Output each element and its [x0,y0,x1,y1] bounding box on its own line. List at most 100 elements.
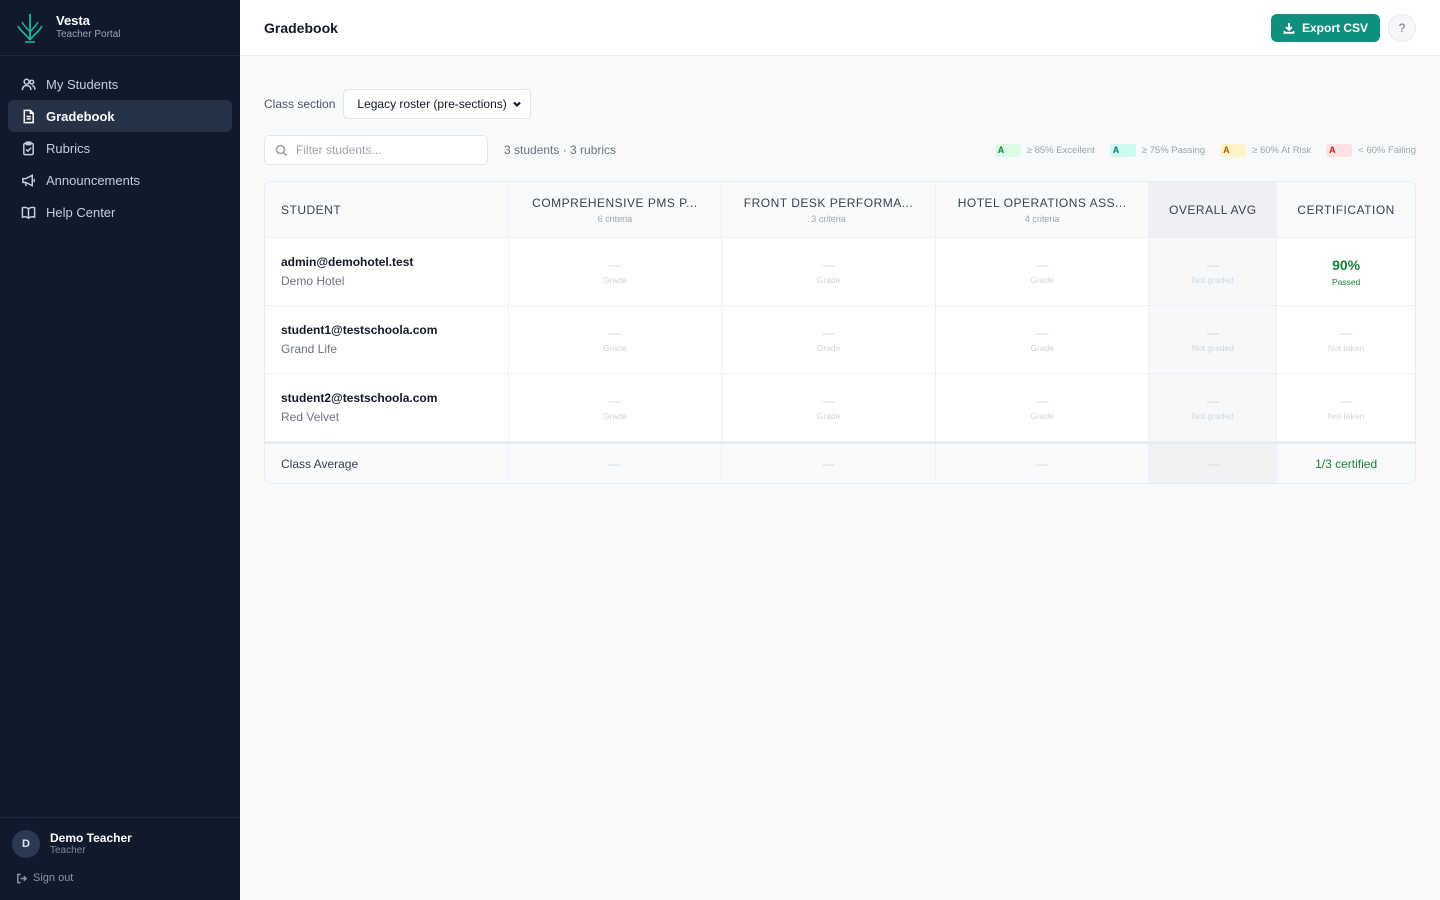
table-row: admin@demohotel.test Demo Hotel — Grade —… [265,238,1415,306]
legend-failing: A < 60% Failing [1326,143,1416,157]
legend-at-risk: A ≥ 60% At Risk [1220,143,1312,157]
vesta-logo-icon [17,13,43,43]
grade-cell[interactable]: — Grade [936,374,1150,441]
average-overall-cell: — [1149,444,1278,483]
grade-cell[interactable]: — Grade [509,374,723,441]
column-header-rubric[interactable]: FRONT DESK PERFORMA... 3 criteria [722,182,936,237]
sidebar-footer: D Demo Teacher Teacher Sign out [0,817,240,900]
sidebar-nav: My Students Gradebook Rubrics Announceme… [0,56,240,240]
grade-cell[interactable]: — Grade [722,306,936,373]
avatar: D [12,830,40,858]
sign-out-label: Sign out [33,872,74,884]
legend-chip-passing: A [1109,143,1136,157]
average-cell: — [722,444,936,483]
class-average-label: Class Average [281,456,359,471]
legend-label: ≥ 85% Excellent [1026,144,1095,156]
grade-cell[interactable]: — Grade [936,238,1150,305]
grade-legend: A ≥ 85% Excellent A ≥ 75% Passing A ≥ 60… [980,143,1416,157]
legend-chip-failing: A [1326,143,1353,157]
chevron-down-icon [513,101,522,108]
users-icon [20,76,36,92]
table-row: student1@testschoola.com Grand Life — Gra… [265,306,1415,374]
sidebar-item-my-students[interactable]: My Students [8,68,232,100]
grade-cell[interactable]: — Grade [509,238,723,305]
sidebar-item-label: Rubrics [46,140,91,156]
grade-cell[interactable]: — Grade [722,374,936,441]
export-csv-button[interactable]: Export CSV [1270,13,1380,42]
student-cell[interactable]: student2@testschoola.com Red Velvet [265,374,509,441]
page-title: Gradebook [264,19,338,36]
user-profile[interactable]: D Demo Teacher Teacher [12,830,228,858]
certification-cell: 90% Passed [1331,256,1361,287]
average-certification-cell: 1/3 certified [1277,444,1415,483]
overall-cell: — Not graded [1149,238,1278,305]
student-filter-input[interactable] [296,143,476,157]
sidebar-item-gradebook[interactable]: Gradebook [8,100,232,132]
legend-excellent: A ≥ 85% Excellent [994,143,1095,157]
student-email: student2@testschoola.com [281,391,438,405]
book-icon [20,204,36,220]
class-section-select[interactable]: Legacy roster (pre-sections) [343,89,532,119]
sidebar: Vesta Teacher Portal My Students Gradebo… [0,0,240,900]
user-role: Teacher [50,845,86,856]
student-email: student1@testschoola.com [281,323,438,337]
gradebook-table: Student COMPREHENSIVE PMS P... 6 criteri… [264,181,1416,484]
sidebar-item-rubrics[interactable]: Rubrics [8,132,232,164]
class-section-row: Class section Legacy roster (pre-section… [264,89,1416,119]
search-icon [275,144,288,156]
legend-label: ≥ 75% Passing [1141,144,1206,156]
brand-subtitle: Teacher Portal [56,29,121,40]
student-hotel: Demo Hotel [281,274,345,288]
class-section-value: Legacy roster (pre-sections) [357,97,507,111]
legend-label: < 60% Failing [1358,144,1416,156]
megaphone-icon [20,172,36,188]
legend-chip-at-risk: A [1220,143,1247,157]
export-csv-label: Export CSV [1301,20,1368,35]
sidebar-item-label: Help Center [46,204,116,220]
sidebar-item-label: My Students [46,76,119,92]
grade-cell[interactable]: — Grade [722,238,936,305]
legend-chip-excellent: A [994,143,1021,157]
sidebar-item-label: Announcements [46,172,140,188]
main-content: Class section Legacy roster (pre-section… [264,56,1416,484]
table-header: Student COMPREHENSIVE PMS P... 6 criteri… [265,182,1415,238]
class-average-row: Class Average — — — — 1/3 certified [265,442,1415,483]
sidebar-item-help-center[interactable]: Help Center [8,196,232,228]
column-header-rubric[interactable]: HOTEL OPERATIONS ASS... 4 criteria [935,182,1150,237]
brand[interactable]: Vesta Teacher Portal [0,0,240,56]
table-row: student2@testschoola.com Red Velvet — Gra… [265,374,1415,442]
student-cell[interactable]: student1@testschoola.com Grand Life [265,306,509,373]
sidebar-item-label: Gradebook [46,108,115,124]
certification-cell: — Not taken [1327,325,1365,353]
filter-row: 3 students · 3 rubrics A ≥ 85% Excellent… [264,135,1416,165]
user-name: Demo Teacher [50,831,132,845]
student-filter[interactable] [264,135,488,165]
average-cell: — [935,444,1150,483]
gradebook-icon [20,108,36,124]
average-cell: — [508,444,723,483]
class-section-label: Class section [264,97,336,111]
column-header-certification: Certification [1277,182,1415,237]
student-hotel: Red Velvet [281,410,340,424]
legend-label: ≥ 60% At Risk [1252,144,1312,156]
student-count: 3 students · 3 rubrics [504,143,617,157]
student-email: admin@demohotel.test [281,255,414,269]
top-bar: Gradebook Export CSV ? [240,0,1440,56]
legend-passing: A ≥ 75% Passing [1109,143,1206,157]
sidebar-item-announcements[interactable]: Announcements [8,164,232,196]
column-header-rubric[interactable]: COMPREHENSIVE PMS P... 6 criteria [508,182,723,237]
column-header-overall: Overall Avg [1149,182,1278,237]
brand-name: Vesta [56,13,90,28]
class-average-label-cell: Class Average [265,444,509,483]
student-cell[interactable]: admin@demohotel.test Demo Hotel [265,238,509,305]
sign-out-button[interactable]: Sign out [16,872,228,884]
overall-cell: — Not graded [1149,306,1278,373]
grade-cell[interactable]: — Grade [936,306,1150,373]
grade-cell[interactable]: — Grade [509,306,723,373]
help-button[interactable]: ? [1388,13,1416,42]
column-header-student[interactable]: Student [265,182,509,237]
sign-out-icon [17,873,27,883]
clipboard-icon [20,140,36,156]
overall-cell: — Not graded [1149,374,1278,441]
download-icon [1283,22,1295,34]
